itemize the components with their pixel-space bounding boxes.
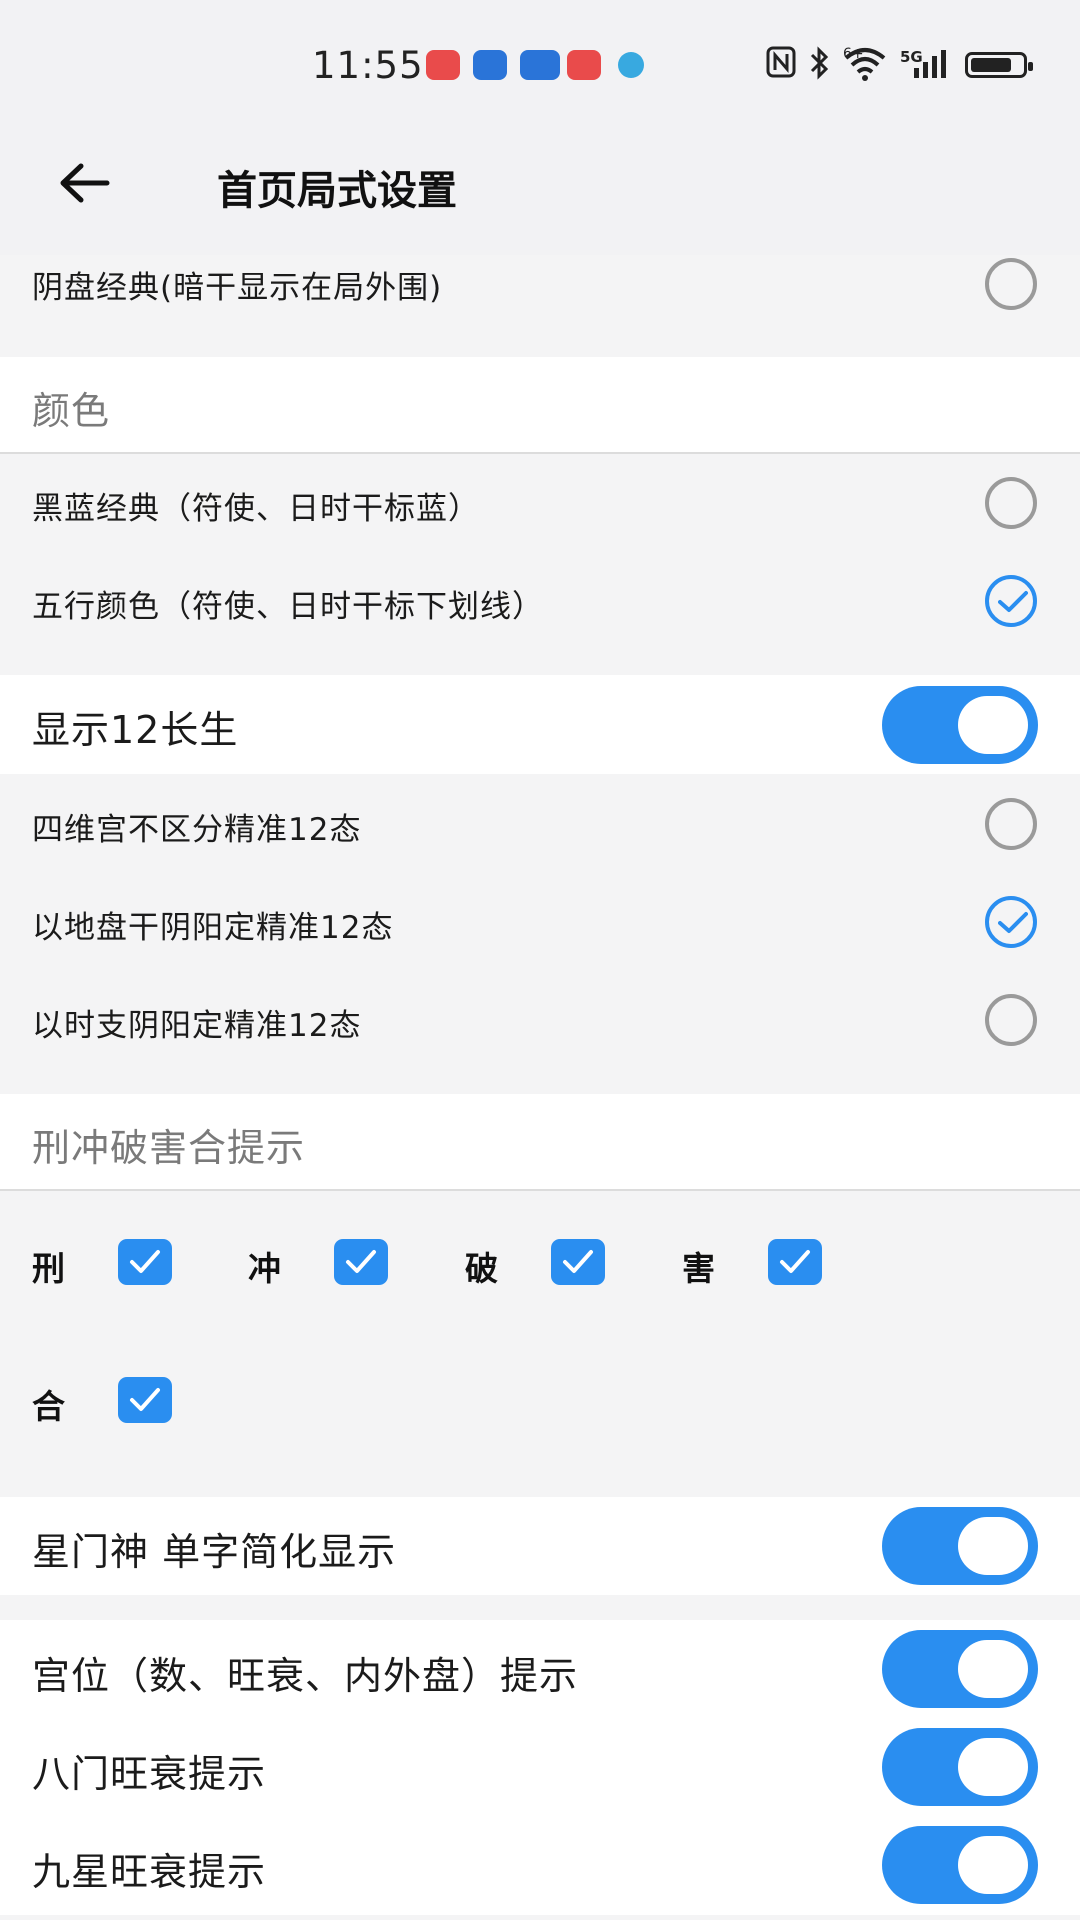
option-yinpan-classic-label: 阴盘经典(暗干显示在局外围) [32,270,443,306]
wifi-badge: 6+ [843,46,864,62]
huawei-store-icon [567,50,601,80]
color-option-black-blue-radio[interactable] [985,477,1037,529]
changsheng-toggle-row: 显示12长生 [0,675,1080,774]
changsheng-option-1-label: 四维宫不区分精准12态 [32,812,362,848]
color-section-header: 颜色 [0,357,1080,453]
check-icon [998,912,1028,933]
star-gate-simplify-label: 星门神 单字简化显示 [32,1530,397,1574]
check-icon [998,591,1028,612]
checkmark-icon [563,1250,593,1273]
star-gate-simplify-toggle[interactable] [882,1507,1038,1585]
bluetooth-icon [808,46,832,87]
palace-hint-label: 宫位（数、旺衰、内外盘）提示 [32,1654,579,1698]
check-xing-label: 刑 [32,1249,65,1288]
nfc-icon [766,46,796,85]
checkmark-icon [130,1388,160,1411]
color-option-five-elements-label: 五行颜色（符使、日时干标下划线） [32,589,544,625]
checkmark-icon [346,1250,376,1273]
changsheng-option-1-radio[interactable] [985,798,1037,850]
check-hai-label: 害 [682,1249,715,1288]
check-po-checkbox[interactable] [551,1239,605,1285]
color-option-black-blue-label: 黑蓝经典（符使、日时干标蓝） [32,491,480,527]
changsheng-toggle[interactable] [882,686,1038,764]
nine-stars-hint-toggle[interactable] [882,1826,1038,1904]
back-arrow-icon[interactable] [55,158,115,208]
nine-stars-hint-label: 九星旺衰提示 [32,1850,267,1894]
check-hai-checkbox[interactable] [768,1239,822,1285]
checkmark-icon [130,1250,160,1273]
hints-section-title: 刑冲破害合提示 [32,1126,306,1170]
game-controller-icon [520,50,560,80]
checkmark-icon [780,1250,810,1273]
hints-section-header: 刑冲破害合提示 [0,1094,1080,1190]
status-time: 11:55 [312,44,424,87]
check-chong-checkbox[interactable] [334,1239,388,1285]
palace-hint-toggle[interactable] [882,1630,1038,1708]
signal-5g-icon [912,48,952,87]
star-gate-simplify-row: 星门神 单字简化显示 [0,1497,1080,1595]
browser-icon [618,52,644,78]
color-option-five-elements-radio[interactable] [985,575,1037,627]
color-section-title: 颜色 [32,389,111,433]
check-he-checkbox[interactable] [118,1377,172,1423]
divider [0,1189,1080,1191]
changsheng-option-2-radio[interactable] [985,896,1037,948]
hint-toggles-group: 宫位（数、旺衰、内外盘）提示 八门旺衰提示 九星旺衰提示 [0,1620,1080,1915]
check-chong-label: 冲 [248,1249,281,1288]
huawei-store-icon [426,50,460,80]
eight-gates-hint-label: 八门旺衰提示 [32,1752,267,1796]
changsheng-option-3-label: 以时支阴阳定精准12态 [32,1008,362,1044]
changsheng-option-2-label: 以地盘干阴阳定精准12态 [32,910,394,946]
check-he-label: 合 [32,1387,65,1426]
divider [0,452,1080,454]
option-yinpan-classic-radio[interactable] [985,258,1037,310]
changsheng-toggle-label: 显示12长生 [32,708,239,752]
check-xing-checkbox[interactable] [118,1239,172,1285]
page-title: 首页局式设置 [217,168,457,214]
changsheng-option-3-radio[interactable] [985,994,1037,1046]
top-bar: 11:55 6+ 5G 首页局式设置 [0,0,1080,255]
lightbulb-app-icon [473,50,507,80]
check-po-label: 破 [465,1249,498,1288]
eight-gates-hint-toggle[interactable] [882,1728,1038,1806]
battery-icon [965,52,1033,78]
